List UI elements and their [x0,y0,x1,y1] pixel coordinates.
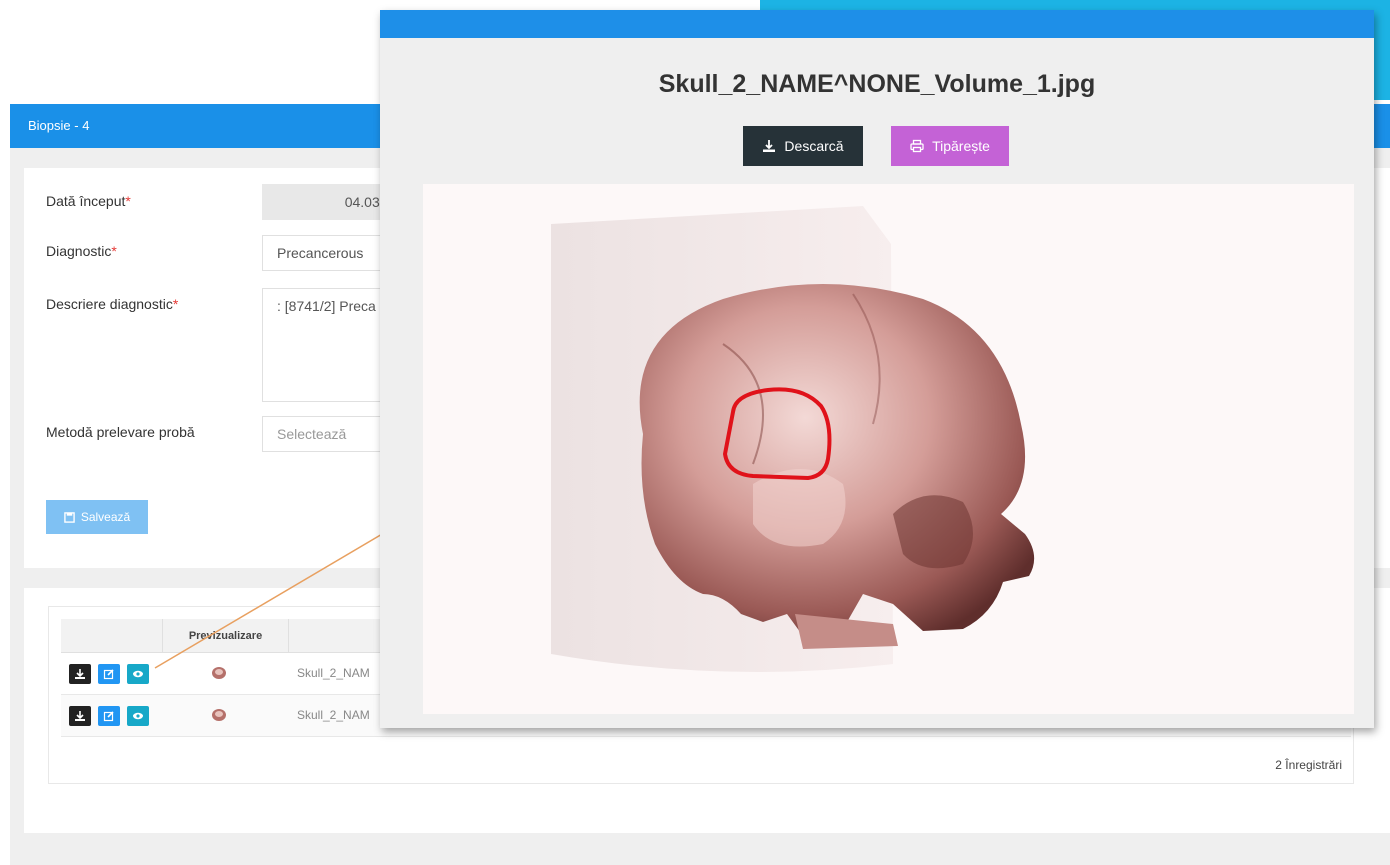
skull-thumbnail-icon[interactable] [211,708,227,722]
download-icon [763,140,776,152]
download-icon [75,669,85,679]
download-row-button[interactable] [69,706,91,726]
eye-icon [133,670,143,678]
panel-title: Biopsie - 4 [28,118,90,133]
save-button[interactable]: Salvează [46,500,148,534]
file-name[interactable]: Skull_2_NAM [297,666,370,680]
edit-row-button[interactable] [98,706,120,726]
skull-thumbnail-icon[interactable] [211,666,227,680]
edit-icon [103,669,114,680]
column-header-name [289,619,389,653]
view-row-button[interactable] [127,664,149,684]
save-button-label: Salvează [80,510,131,524]
image-preview-modal: Skull_2_NAME^NONE_Volume_1.jpg Descarcă … [380,10,1374,728]
column-header-actions [61,619,163,653]
diagnosis-label: Diagnostic* [46,243,117,259]
download-button[interactable]: Descarcă [743,126,863,166]
download-row-button[interactable] [69,664,91,684]
records-count: 2 Înregistrări [1275,758,1342,772]
eye-icon [133,712,143,720]
start-date-label: Dată început* [46,193,131,209]
edit-icon [103,711,114,722]
floppy-icon [64,511,75,523]
print-button-label: Tipărește [932,138,990,154]
view-row-button[interactable] [127,706,149,726]
column-header-preview: Previzualizare [163,619,289,653]
sampling-method-label: Metodă prelevare probă [46,424,195,440]
print-button[interactable]: Tipărește [891,126,1009,166]
modal-title: Skull_2_NAME^NONE_Volume_1.jpg [658,70,1096,98]
file-name[interactable]: Skull_2_NAM [297,708,370,722]
modal-header-bar [380,10,1374,38]
download-icon [75,711,85,721]
skull-volume-image [551,206,1035,672]
download-button-label: Descarcă [784,138,844,154]
diagnosis-description-label: Descriere diagnostic* [46,296,179,312]
image-viewer [423,184,1354,714]
printer-icon [910,139,924,153]
edit-row-button[interactable] [98,664,120,684]
